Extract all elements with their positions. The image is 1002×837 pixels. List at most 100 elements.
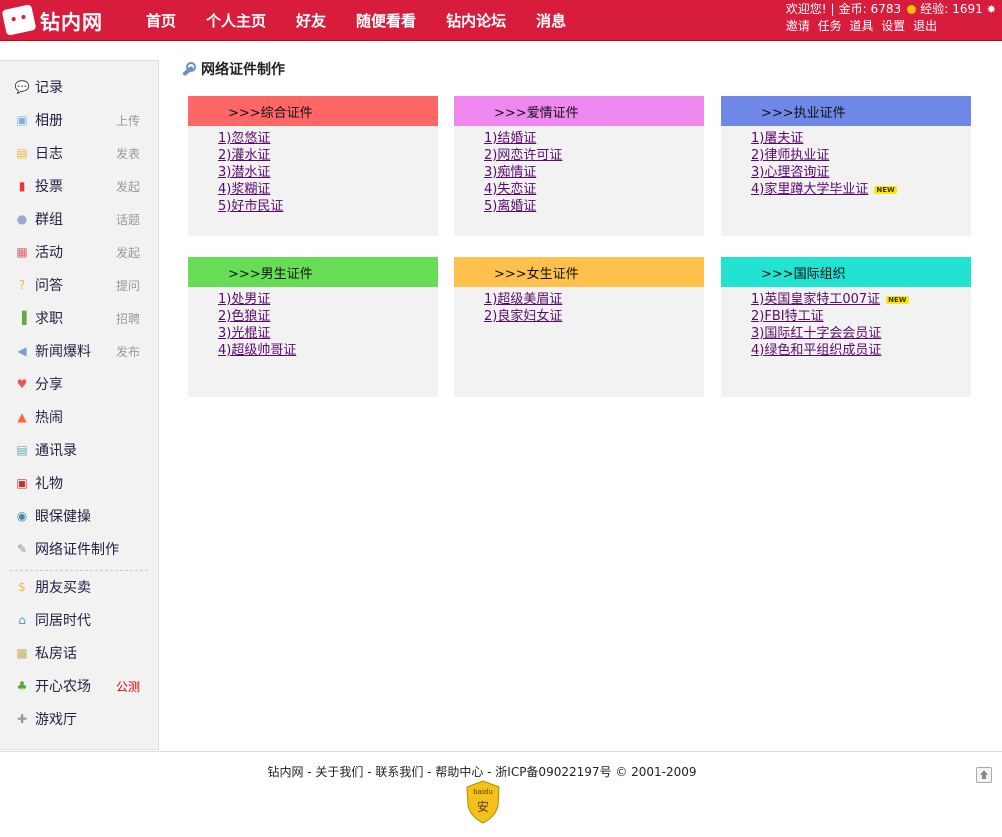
card-title: >>>男生证件 <box>188 257 438 287</box>
list-item: 2)色狼证 <box>218 308 438 325</box>
sidebar-item-action[interactable]: 发起 <box>116 244 140 261</box>
card-title: >>>爱情证件 <box>454 96 704 126</box>
sidebar-item[interactable]: ◀ 新闻爆料 发布 <box>14 341 140 361</box>
sidebar-item-label: 投票 <box>35 179 63 195</box>
list-item: 3)心理咨询证 <box>751 164 971 181</box>
link-tasks[interactable]: 任务 <box>818 19 842 33</box>
sidebar-item[interactable]: ? 问答 提问 <box>14 275 140 295</box>
sidebar-item-action[interactable]: 招聘 <box>116 310 140 327</box>
sidebar-item[interactable]: ▣ 相册 上传 <box>14 110 140 130</box>
nav-profile[interactable]: 个人主页 <box>206 10 266 31</box>
sidebar-item[interactable]: ▤ 通讯录 <box>14 440 140 460</box>
certificate-link[interactable]: 4)家里蹲大学毕业证 <box>751 182 868 197</box>
certificate-link[interactable]: 1)英国皇家特工007证 <box>751 292 880 307</box>
sidebar-item-action[interactable]: 上传 <box>116 112 140 129</box>
door-icon: ▐ <box>17 311 27 325</box>
sidebar-item[interactable]: ▮ 投票 发起 <box>14 176 140 196</box>
eye-icon: ◉ <box>16 509 28 523</box>
badge-top-text: baidu <box>473 788 493 796</box>
sidebar-item-action[interactable]: 公测 <box>116 678 140 695</box>
certificate-link[interactable]: 4)浆糊证 <box>218 182 270 197</box>
certificate-link[interactable]: 1)忽悠证 <box>218 131 270 146</box>
sidebar-item-action[interactable]: 提问 <box>116 277 140 294</box>
sidebar-item[interactable]: ● 群组 话题 <box>14 209 140 229</box>
certificate-link[interactable]: 3)痴情证 <box>484 165 536 180</box>
list-item: 4)家里蹲大学毕业证 NEW <box>751 181 971 198</box>
list-item: 4)超级帅哥证 <box>218 342 438 359</box>
logo-text: 钻内网 <box>40 9 103 34</box>
sidebar-item[interactable]: ♥ 分享 <box>14 374 140 394</box>
sidebar-item[interactable]: ▩ 私房话 <box>14 643 140 663</box>
card-link-list: 1)结婚证 2)网恋许可证 3)痴情证 4)失恋证 5)离婚证 <box>484 130 704 215</box>
sidebar-item-action[interactable]: 发起 <box>116 178 140 195</box>
list-item: 3)光棍证 <box>218 325 438 342</box>
certificate-link[interactable]: 5)离婚证 <box>484 199 536 214</box>
certificate-link[interactable]: 3)国际红十字会会员证 <box>751 326 881 341</box>
nav-friends[interactable]: 好友 <box>296 10 326 31</box>
top-header: 钻内网 首页 个人主页 好友 随便看看 钻内论坛 消息 欢迎您! | 金币: 6783… <box>0 0 1002 41</box>
sidebar-item[interactable]: $ 朋友买卖 <box>14 577 140 597</box>
certificate-link[interactable]: 2)律师执业证 <box>751 148 829 163</box>
sidebar-item-label: 眼保健操 <box>35 509 91 525</box>
certificate-link[interactable]: 2)FBI特工证 <box>751 309 824 324</box>
sidebar-item-action[interactable]: 发布 <box>116 343 140 360</box>
link-invite[interactable]: 邀请 <box>786 19 810 33</box>
sidebar-item[interactable]: ✚ 游戏厅 <box>14 709 140 729</box>
certificate-link[interactable]: 3)光棍证 <box>218 326 270 341</box>
card-link-list: 1)英国皇家特工007证 NEW 2)FBI特工证 3)国际红十字会会员证 4)绿色和平… <box>751 291 971 359</box>
certificate-link[interactable]: 1)超级美眉证 <box>484 292 562 307</box>
certificate-link[interactable]: 2)灌水证 <box>218 148 270 163</box>
sidebar-item[interactable]: ♣ 开心农场 公测 <box>14 676 140 696</box>
certificate-link[interactable]: 4)失恋证 <box>484 182 536 197</box>
certificate-link[interactable]: 2)网恋许可证 <box>484 148 562 163</box>
calendar-icon: ▦ <box>16 245 28 259</box>
star-icon: ✸ <box>986 3 996 16</box>
link-logout[interactable]: 退出 <box>913 19 937 33</box>
nav-home[interactable]: 首页 <box>146 10 176 31</box>
certificate-link[interactable]: 2)色狼证 <box>218 309 270 324</box>
sidebar-item-label: 相册 <box>35 113 63 129</box>
sidebar-item[interactable]: ▐ 求职 招聘 <box>14 308 140 328</box>
sidebar-item-label: 网络证件制作 <box>35 542 119 558</box>
trade-icon: $ <box>18 580 26 594</box>
list-item: 2)良家妇女证 <box>484 308 704 325</box>
card-link-list: 1)屠夫证 2)律师执业证 3)心理咨询证 4)家里蹲大学毕业证 NEW <box>751 130 971 198</box>
list-item: 2)律师执业证 <box>751 147 971 164</box>
sidebar-item-action[interactable]: 话题 <box>116 211 140 228</box>
nav-messages[interactable]: 消息 <box>536 10 566 31</box>
certificate-link[interactable]: 1)屠夫证 <box>751 131 803 146</box>
site-logo[interactable]: 钻内网 <box>1 4 103 36</box>
sidebar-item[interactable]: ✎ 网络证件制作 <box>14 539 140 559</box>
sidebar-item[interactable]: ◉ 眼保健操 <box>14 506 140 526</box>
link-items[interactable]: 道具 <box>849 19 873 33</box>
sidebar-item-action[interactable]: 发表 <box>116 145 140 162</box>
certificate-link[interactable]: 4)绿色和平组织成员证 <box>751 343 881 358</box>
certificate-link[interactable]: 4)超级帅哥证 <box>218 343 296 358</box>
certificate-link[interactable]: 5)好市民证 <box>218 199 283 214</box>
sidebar-item[interactable]: 💬 记录 <box>14 77 140 97</box>
card-title: >>>女生证件 <box>454 257 704 287</box>
baidu-safe-badge-icon[interactable]: baidu 安 <box>465 780 501 824</box>
sidebar-item-label: 同居时代 <box>35 613 91 629</box>
question-icon: ? <box>18 278 26 292</box>
certificate-link[interactable]: 3)心理咨询证 <box>751 165 829 180</box>
sidebar-item[interactable]: ▤ 日志 发表 <box>14 143 140 163</box>
list-item: 4)浆糊证 <box>218 181 438 198</box>
certificate-link[interactable]: 2)良家妇女证 <box>484 309 562 324</box>
sidebar-item[interactable]: ⌂ 同居时代 <box>14 610 140 630</box>
nav-browse[interactable]: 随便看看 <box>356 10 416 31</box>
certificate-link[interactable]: 3)潜水证 <box>218 165 270 180</box>
sidebar: 💬 记录 ▣ 相册 上传 ▤ 日志 发表 ▮ 投票 发起 ● 群组 话题 ▦ 活动 发起? 问答 提问 ▐ 求职 招聘 ◀ 新… <box>0 60 159 750</box>
sidebar-item[interactable]: ▲ 热闹 <box>14 407 140 427</box>
certificate-link[interactable]: 1)结婚证 <box>484 131 536 146</box>
welcome-text: 欢迎您! <box>785 2 827 16</box>
nav-forum[interactable]: 钻内论坛 <box>446 10 506 31</box>
journal-icon: ▤ <box>16 146 28 160</box>
card-title: >>>综合证件 <box>188 96 438 126</box>
link-settings[interactable]: 设置 <box>881 19 905 33</box>
contacts-icon: ▤ <box>16 443 28 457</box>
sidebar-item[interactable]: ▦ 活动 发起 <box>14 242 140 262</box>
back-to-top-icon[interactable] <box>976 767 992 783</box>
sidebar-item[interactable]: ▣ 礼物 <box>14 473 140 493</box>
certificate-link[interactable]: 1)处男证 <box>218 292 270 307</box>
